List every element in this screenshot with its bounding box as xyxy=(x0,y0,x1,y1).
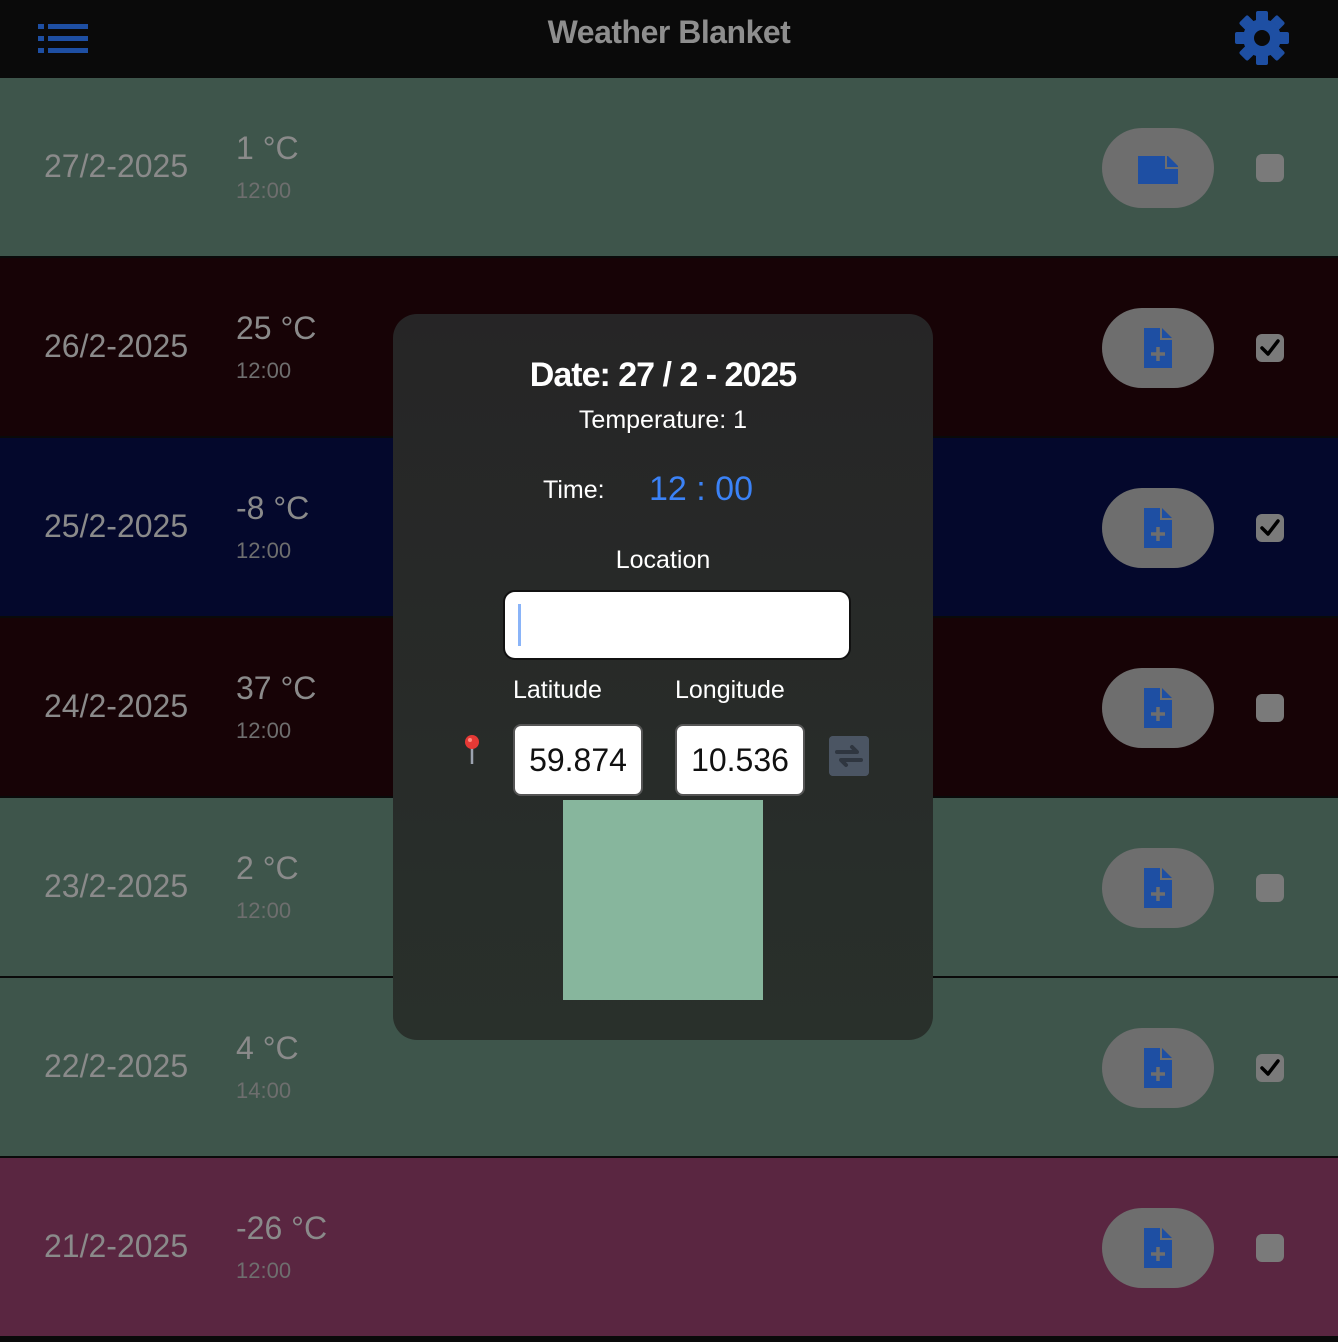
row-checkbox[interactable] xyxy=(1256,694,1284,722)
time-label: Time: xyxy=(543,476,605,504)
row-temperature: 1 °C xyxy=(236,130,299,166)
row-time: 12:00 xyxy=(236,538,292,563)
refresh-icon[interactable] xyxy=(829,736,869,776)
row-date: 24/2-2025 xyxy=(44,688,189,724)
row-note-button[interactable] xyxy=(1102,668,1214,748)
note-filled-icon xyxy=(1138,156,1178,184)
list-item[interactable]: 21/2-2025 -26 °C 12:00 xyxy=(0,1158,1338,1338)
row-date: 22/2-2025 xyxy=(44,1048,189,1084)
top-bar: Weather Blanket xyxy=(0,0,1338,78)
note-add-icon xyxy=(1144,868,1172,908)
list-item[interactable]: 27/2-2025 1 °C 12:00 xyxy=(0,78,1338,258)
row-time: 12:00 xyxy=(236,358,292,383)
row-temperature: 25 °C xyxy=(236,310,317,346)
longitude-label: Longitude xyxy=(675,676,785,704)
note-add-icon xyxy=(1144,328,1172,368)
dialog-temperature: Temperature: 1 xyxy=(578,406,748,434)
app-title: Weather Blanket xyxy=(547,14,791,50)
row-time: 12:00 xyxy=(236,718,292,743)
gear-icon[interactable] xyxy=(1234,10,1290,66)
row-date: 25/2-2025 xyxy=(44,508,189,544)
checkmark-icon xyxy=(1260,519,1280,536)
row-checkbox[interactable] xyxy=(1256,1234,1284,1262)
row-checkbox[interactable] xyxy=(1256,334,1284,362)
row-checkbox[interactable] xyxy=(1256,514,1284,542)
app: Weather Blanket 27/2-2025 1 °C 12:00 26/2-2… xyxy=(0,0,1338,1342)
row-time: 12:00 xyxy=(236,898,292,923)
row-date: 21/2-2025 xyxy=(44,1228,189,1264)
note-add-icon xyxy=(1144,1048,1172,1088)
row-date: 23/2-2025 xyxy=(44,868,189,904)
row-checkbox[interactable] xyxy=(1256,1054,1284,1082)
row-note-button[interactable] xyxy=(1102,128,1214,208)
longitude-input[interactable] xyxy=(675,724,805,796)
row-time: 12:00 xyxy=(236,1258,292,1283)
row-time: 12:00 xyxy=(236,178,292,203)
dialog-date: Date: 27 / 2 - 2025 xyxy=(529,356,797,394)
location-label: Location xyxy=(615,546,711,574)
row-temperature: -26 °C xyxy=(236,1210,328,1246)
row-note-button[interactable] xyxy=(1102,488,1214,568)
color-swatch xyxy=(563,800,763,1000)
row-checkbox[interactable] xyxy=(1256,874,1284,902)
time-picker[interactable]: 12 : 00 xyxy=(649,470,753,509)
row-temperature: -8 °C xyxy=(236,490,310,526)
row-temperature: 4 °C xyxy=(236,1030,299,1066)
checkmark-icon xyxy=(1260,1059,1280,1076)
day-detail-dialog: Date: 27 / 2 - 2025 Temperature: 1 Time:… xyxy=(393,314,933,1040)
location-input[interactable] xyxy=(503,590,851,660)
latitude-label: Latitude xyxy=(513,676,602,704)
latitude-input[interactable] xyxy=(513,724,643,796)
row-temperature: 2 °C xyxy=(236,850,299,886)
row-checkbox[interactable] xyxy=(1256,154,1284,182)
row-note-button[interactable] xyxy=(1102,1208,1214,1288)
row-date: 27/2-2025 xyxy=(44,148,189,184)
row-date: 26/2-2025 xyxy=(44,328,189,364)
row-note-button[interactable] xyxy=(1102,1028,1214,1108)
row-note-button[interactable] xyxy=(1102,848,1214,928)
row-time: 14:00 xyxy=(236,1078,292,1103)
note-add-icon xyxy=(1144,688,1172,728)
checkmark-icon xyxy=(1260,339,1280,356)
note-add-icon xyxy=(1144,1228,1172,1268)
note-add-icon xyxy=(1144,508,1172,548)
text-caret xyxy=(518,604,521,646)
row-note-button[interactable] xyxy=(1102,308,1214,388)
map-pin-icon[interactable] xyxy=(461,734,483,766)
row-temperature: 37 °C xyxy=(236,670,317,706)
